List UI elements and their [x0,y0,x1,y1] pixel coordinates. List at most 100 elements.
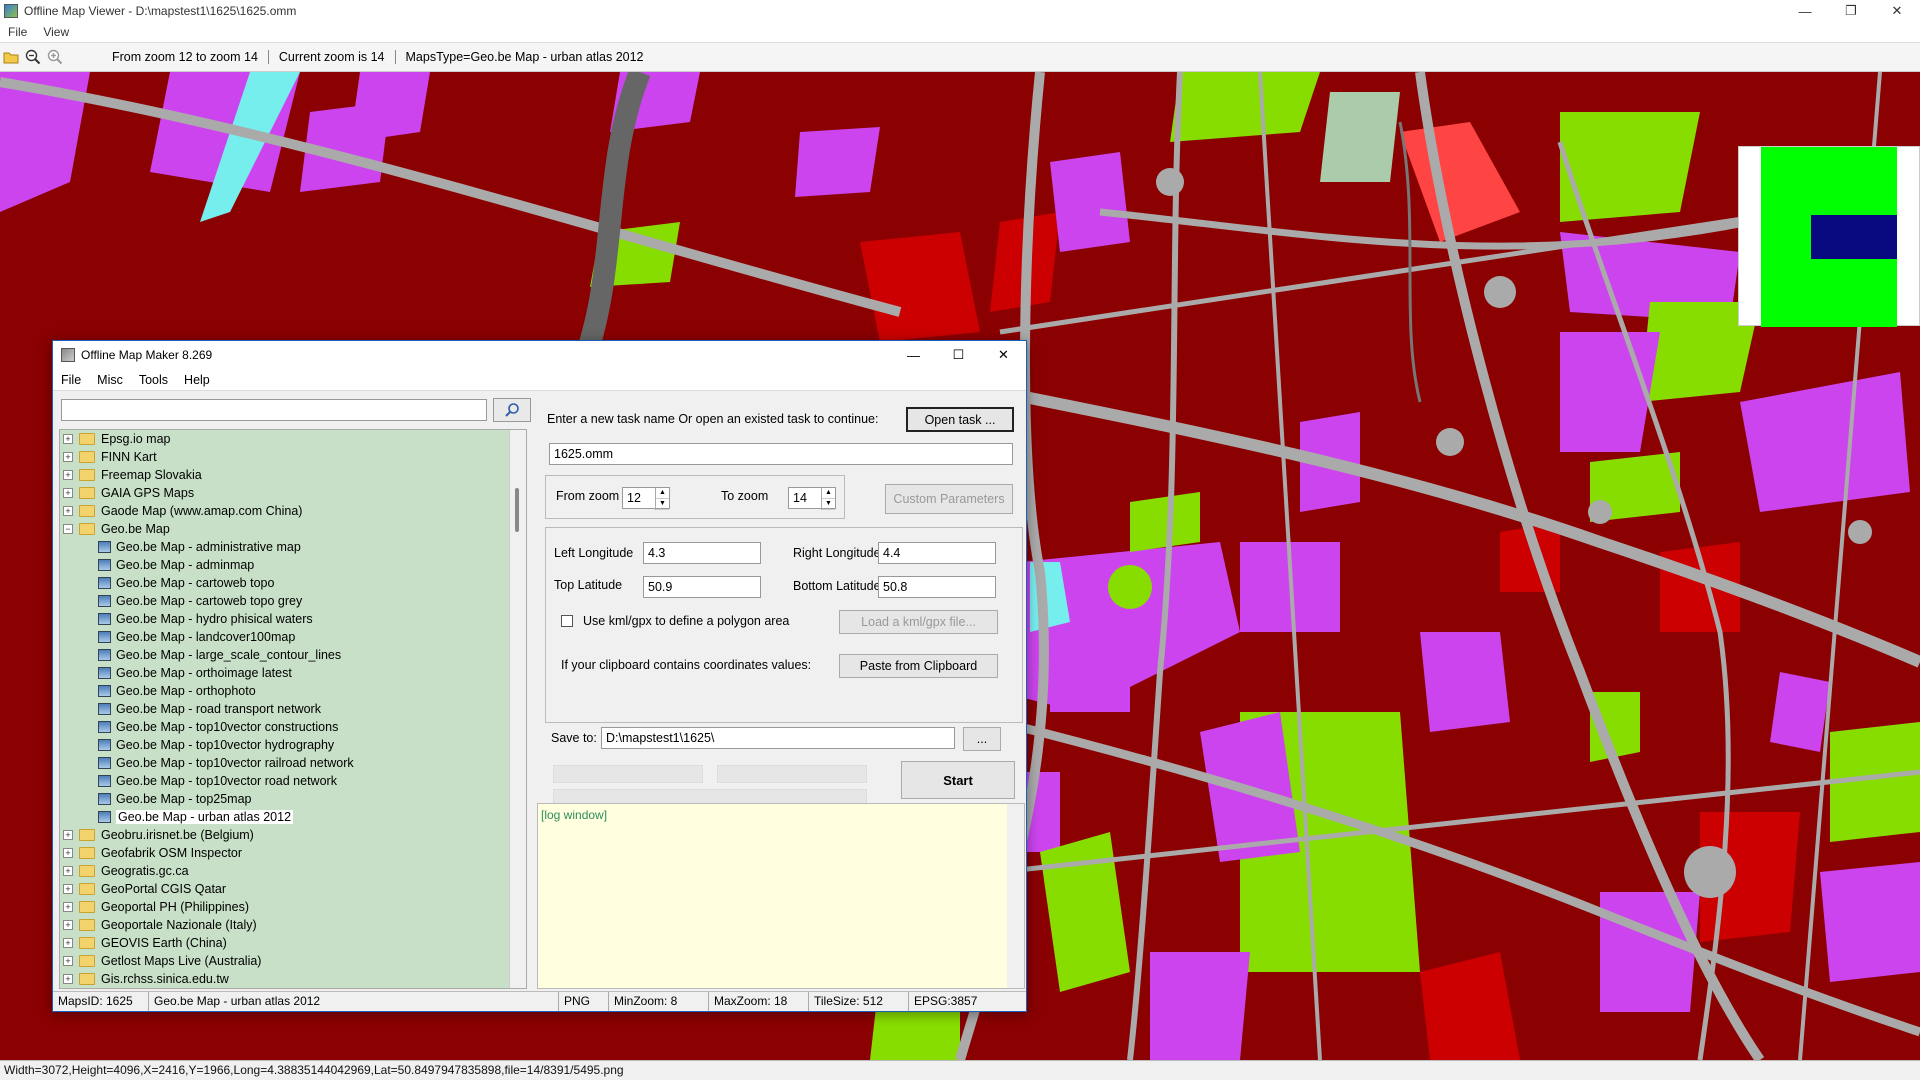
top-latitude-field[interactable]: 50.9 [643,576,761,598]
menu-file[interactable]: File [0,25,35,39]
search-input[interactable] [61,399,487,421]
expand-icon[interactable]: + [63,884,73,894]
stepper-down-icon[interactable]: ▼ [822,499,835,510]
tree-map-item[interactable]: Geo.be Map - orthoimage latest [60,664,526,682]
expand-icon[interactable]: + [63,830,73,840]
tree-folder[interactable]: + Geoportale Nazionale (Italy) [60,916,526,934]
close-icon[interactable]: ✕ [1874,0,1920,22]
tree-folder[interactable]: + Geofabrik OSM Inspector [60,844,526,862]
expand-icon[interactable]: + [63,902,73,912]
tree-item-label: Gaode Map (www.amap.com China) [101,504,303,518]
tree-scroll-thumb[interactable] [515,488,519,532]
tree-folder[interactable]: + FINN Kart [60,448,526,466]
dialog-minimize-icon[interactable]: — [891,341,936,369]
tree-map-item[interactable]: Geo.be Map - cartoweb topo grey [60,592,526,610]
left-longitude-field[interactable]: 4.3 [643,542,761,564]
tree-map-item[interactable]: Geo.be Map - adminmap [60,556,526,574]
expand-icon[interactable]: + [63,470,73,480]
expand-icon[interactable]: + [63,974,73,984]
menu-view[interactable]: View [35,25,77,39]
task-prompt: Enter a new task name Or open an existed… [547,412,879,426]
zoom-out-icon[interactable] [22,46,44,68]
log-window[interactable]: [log window] [537,803,1025,989]
paste-from-clipboard-button[interactable]: Paste from Clipboard [839,654,998,678]
dialog-maximize-icon[interactable]: ☐ [936,341,981,369]
tree-folder[interactable]: + GAIA GPS Maps [60,484,526,502]
tree-map-item[interactable]: Geo.be Map - top10vector hydrography [60,736,526,754]
tree-map-item[interactable]: Geo.be Map - road transport network [60,700,526,718]
start-button[interactable]: Start [901,761,1015,799]
tree-map-item[interactable]: Geo.be Map - orthophoto [60,682,526,700]
tree-folder[interactable]: − Geo.be Map [60,520,526,538]
expand-icon[interactable]: + [63,938,73,948]
tree-map-item[interactable]: Geo.be Map - hydro phisical waters [60,610,526,628]
to-zoom-stepper[interactable]: ▲ ▼ [821,488,835,510]
save-to-field[interactable]: D:\mapstest1\1625\ [601,727,955,749]
tree-map-item[interactable]: Geo.be Map - administrative map [60,538,526,556]
tree-folder[interactable]: + Geobru.irisnet.be (Belgium) [60,826,526,844]
tree-folder[interactable]: + Geoportal PH (Philippines) [60,898,526,916]
tree-folder[interactable]: + Freemap Slovakia [60,466,526,484]
tree-map-item[interactable]: Geo.be Map - top10vector constructions [60,718,526,736]
tree-folder[interactable]: + Getlost Maps Live (Australia) [60,952,526,970]
tree-folder[interactable]: + Geogratis.gc.ca [60,862,526,880]
tree-folder[interactable]: + Epsg.io map [60,430,526,448]
zoom-in-icon[interactable] [44,46,66,68]
tree-map-item[interactable]: Geo.be Map - top10vector railroad networ… [60,754,526,772]
custom-parameters-button[interactable]: Custom Parameters [885,484,1013,514]
folder-open-icon [79,523,95,535]
dialog-close-icon[interactable]: ✕ [981,341,1026,369]
load-kml-button[interactable]: Load a kml/gpx file... [839,610,998,634]
tree-map-item[interactable]: Geo.be Map - top10vector road network [60,772,526,790]
tree-scrollbar[interactable] [509,430,526,988]
search-button[interactable] [493,398,531,422]
expand-icon[interactable]: + [63,920,73,930]
task-name-field[interactable]: 1625.omm [549,443,1013,465]
stepper-down-icon[interactable]: ▼ [656,499,669,510]
stepper-up-icon[interactable]: ▲ [656,488,669,499]
tree-item-label: Freemap Slovakia [101,468,202,482]
map-source-tree[interactable]: + Epsg.io map + FINN Kart + Freemap Slovakia +… [59,429,527,989]
from-zoom-field[interactable]: 12 ▲ ▼ [622,487,670,510]
browse-button[interactable]: ... [963,727,1001,751]
minimap-viewport[interactable] [1811,215,1897,259]
use-kml-checkbox[interactable] [561,615,573,627]
bottom-latitude-field[interactable]: 50.8 [878,576,996,598]
tree-map-item[interactable]: Geo.be Map - landcover100map [60,628,526,646]
map-icon [98,721,111,733]
minimize-icon[interactable]: — [1782,0,1828,22]
tree-item-label: Geo.be Map - cartoweb topo grey [116,594,303,608]
restore-icon[interactable]: ❐ [1828,0,1874,22]
right-longitude-field[interactable]: 4.4 [878,542,996,564]
dialog-menu-file[interactable]: File [53,373,89,387]
stepper-up-icon[interactable]: ▲ [822,488,835,499]
minimap[interactable] [1738,146,1920,327]
tree-item-label: Geo.be Map - urban atlas 2012 [116,810,294,824]
from-zoom-stepper[interactable]: ▲ ▼ [655,488,669,510]
expand-icon[interactable]: + [63,956,73,966]
dialog-menu-tools[interactable]: Tools [131,373,176,387]
dialog-menu-help[interactable]: Help [176,373,218,387]
to-zoom-field[interactable]: 14 ▲ ▼ [788,487,836,510]
expand-icon[interactable]: + [63,434,73,444]
tree-item-label: Geo.be Map - landcover100map [116,630,296,644]
log-scrollbar[interactable] [1007,804,1024,988]
expand-icon[interactable]: + [63,506,73,516]
expand-icon[interactable]: + [63,488,73,498]
tree-item-label: Geoportal PH (Philippines) [101,900,249,914]
tree-folder[interactable]: + Gaode Map (www.amap.com China) [60,502,526,520]
tree-folder[interactable]: + GeoPortal CGIS Qatar [60,880,526,898]
open-task-button[interactable]: Open task ... [906,407,1014,432]
expand-icon[interactable]: + [63,866,73,876]
dialog-menu-misc[interactable]: Misc [89,373,131,387]
tree-map-item[interactable]: Geo.be Map - cartoweb topo [60,574,526,592]
expand-icon[interactable]: + [63,848,73,858]
tree-folder[interactable]: + GEOVIS Earth (China) [60,934,526,952]
tree-map-item[interactable]: Geo.be Map - large_scale_contour_lines [60,646,526,664]
tree-map-item[interactable]: Geo.be Map - urban atlas 2012 [60,808,526,826]
open-folder-icon[interactable] [0,46,22,68]
collapse-icon[interactable]: − [63,524,73,534]
expand-icon[interactable]: + [63,452,73,462]
tree-folder[interactable]: + Gis.rchss.sinica.edu.tw [60,970,526,988]
tree-map-item[interactable]: Geo.be Map - top25map [60,790,526,808]
